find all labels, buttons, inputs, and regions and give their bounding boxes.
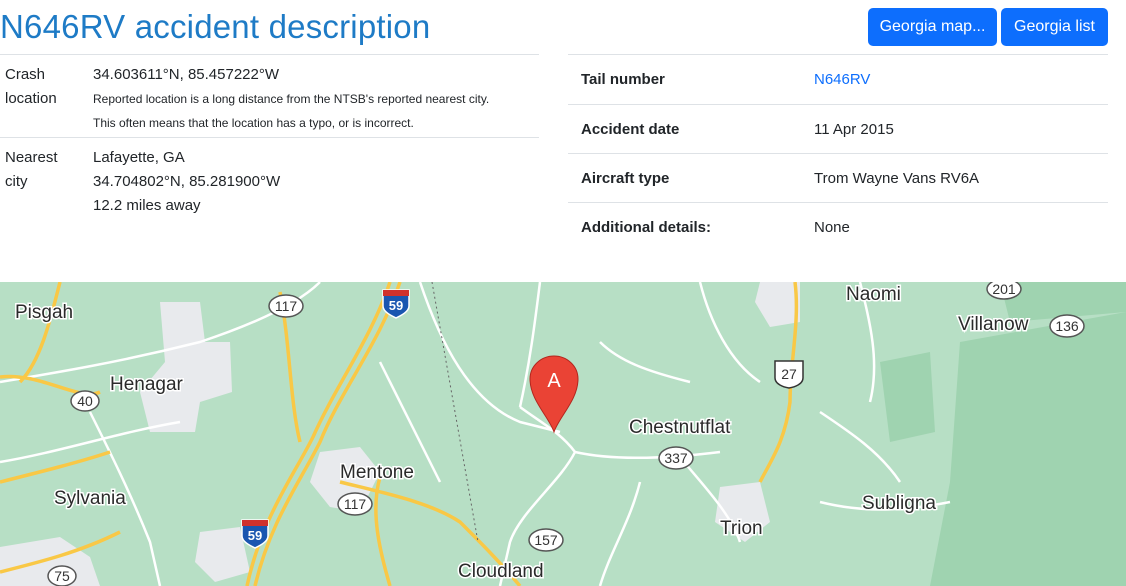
svg-text:136: 136	[1055, 318, 1079, 334]
nearest-city-distance: 12.2 miles away	[93, 197, 201, 214]
crash-coords: 34.603611°N, 85.457222°W	[93, 66, 280, 83]
nearest-city-label: Nearest city	[5, 149, 58, 190]
town-label: Pisgah	[15, 302, 73, 323]
svg-text:27: 27	[781, 366, 797, 382]
svg-text:117: 117	[275, 298, 298, 314]
route-shield: 40	[70, 390, 100, 412]
detail-key: Tail number	[581, 71, 665, 88]
nearest-city-coords: 34.704802°N, 85.281900°W	[93, 173, 281, 190]
route-shield: 117	[337, 492, 373, 516]
svg-text:157: 157	[534, 532, 558, 548]
crash-location-row: Crash location 34.603611°N, 85.457222°W …	[0, 55, 539, 138]
location-warning-1: Reported location is a long distance fro…	[93, 92, 490, 106]
town-label: Subligna	[862, 493, 936, 514]
detail-row-accident-date: Accident date 11 Apr 2015	[568, 105, 1108, 154]
svg-text:59: 59	[248, 528, 262, 543]
detail-value: 11 Apr 2015	[814, 120, 894, 138]
svg-text:40: 40	[77, 393, 93, 409]
nearest-city-value: Lafayette, GA 34.704802°N, 85.281900°W 1…	[88, 138, 539, 218]
town-label: Villanow	[958, 314, 1029, 335]
route-shield: 75	[47, 565, 77, 586]
route-shield: 201	[986, 282, 1022, 300]
nearest-city-row: Nearest city Lafayette, GA 34.704802°N, …	[0, 138, 539, 218]
marker-label: A	[547, 370, 561, 392]
aircraft-details-table: Tail number N646RV Accident date 11 Apr …	[568, 54, 1108, 252]
route-shield: 337	[658, 446, 694, 470]
detail-row-aircraft-type: Aircraft type Trom Wayne Vans RV6A	[568, 154, 1108, 203]
crash-location-label: Crash location	[5, 66, 57, 107]
town-label: Cloudland	[458, 561, 544, 582]
svg-text:59: 59	[389, 298, 403, 313]
svg-text:201: 201	[992, 282, 1016, 297]
town-label: Mentone	[340, 462, 414, 483]
route-shield: 157	[528, 528, 564, 552]
state-map-button[interactable]: Georgia map...	[868, 8, 997, 46]
town-label: Chestnutflat	[629, 417, 731, 438]
route-shield: 117	[268, 294, 304, 318]
svg-text:117: 117	[344, 496, 367, 512]
svg-text:337: 337	[664, 450, 688, 466]
location-table: Crash location 34.603611°N, 85.457222°W …	[0, 54, 539, 218]
county-line	[431, 282, 479, 543]
state-list-button[interactable]: Georgia list	[1001, 8, 1108, 46]
route-shield: 136	[1049, 314, 1085, 338]
location-warning-2: This often means that the location has a…	[93, 116, 414, 130]
detail-row-additional: Additional details: None	[568, 203, 1108, 252]
crash-location-value: 34.603611°N, 85.457222°W Reported locati…	[88, 55, 539, 137]
us-route-shield: 27	[774, 360, 804, 389]
svg-text:75: 75	[54, 568, 70, 584]
accident-map[interactable]: Pisgah Henagar Sylvania Mentone Naomi Vi…	[0, 282, 1126, 586]
town-label: Henagar	[110, 374, 184, 395]
detail-key: Aircraft type	[581, 169, 670, 187]
detail-key: Additional details:	[581, 219, 712, 236]
detail-value: Trom Wayne Vans RV6A	[814, 169, 980, 187]
detail-key: Accident date	[581, 120, 680, 138]
town-label: Sylvania	[54, 488, 126, 509]
detail-row-tail-number: Tail number N646RV	[568, 55, 1108, 105]
page-title: N646RV accident description	[0, 8, 431, 45]
town-label: Naomi	[846, 284, 901, 305]
tail-number-link[interactable]: N646RV	[814, 71, 870, 88]
minor-roads	[0, 282, 951, 586]
town-label: Trion	[720, 518, 763, 539]
interstate-shield: 59	[241, 519, 269, 549]
detail-value: None	[814, 219, 850, 236]
nearest-city-name: Lafayette, GA	[93, 149, 185, 166]
